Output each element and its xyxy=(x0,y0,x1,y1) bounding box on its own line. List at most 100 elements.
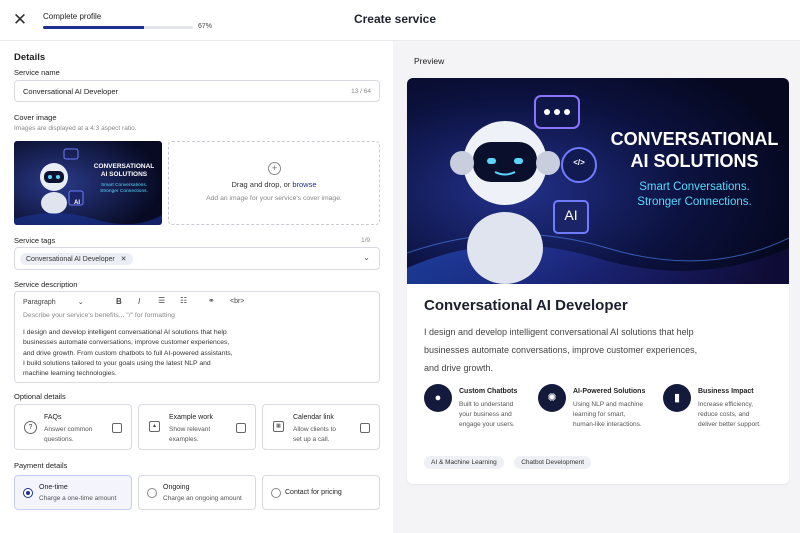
dropzone-subtext: Add an image for your service's cover im… xyxy=(206,195,342,202)
payment-details-label: Payment details xyxy=(14,461,68,470)
feature-desc: Increase efficiency, reduce costs, and del… xyxy=(698,400,761,430)
feature-desc-line: engage your users. xyxy=(459,421,515,428)
description-line: I build solutions tailored to your goals… xyxy=(23,359,211,367)
feature-desc-line: learning for smart, xyxy=(573,411,626,418)
option-calendar-link[interactable]: ▦ Calendar link Allow clients to set up a… xyxy=(262,404,380,450)
tag-remove-icon[interactable]: ✕ xyxy=(121,256,127,263)
service-tags-select[interactable]: Conversational AI Developer ✕ ⌄ xyxy=(14,247,380,270)
option-title: FAQs xyxy=(44,414,62,421)
details-heading: Details xyxy=(14,52,46,63)
faqs-checkbox[interactable] xyxy=(112,423,122,433)
thumb-ai-label: AI xyxy=(74,200,80,206)
thumb-title-line1: CONVERSATIONAL xyxy=(93,163,155,170)
contact-label: Contact for pricing xyxy=(285,489,342,496)
payment-contact[interactable]: Contact for pricing xyxy=(262,475,380,510)
option-desc: Show relevant examples. xyxy=(169,425,210,445)
preview-card: </> AI CONVERSATIONAL AI SOLUTIONS Smart… xyxy=(407,78,789,484)
one-time-sub: Charge a one-time amount xyxy=(39,495,117,502)
description-text[interactable]: I design and develop intelligent convers… xyxy=(23,328,233,379)
line-break-button[interactable]: <br> xyxy=(230,298,244,305)
preview-tag: AI & Machine Learning xyxy=(424,456,504,469)
cover-dropzone[interactable]: + Drag and drop, or browse Add an image … xyxy=(168,141,380,225)
chat-bubble-icon: ● xyxy=(424,384,452,412)
feature-desc-line: deliver better support. xyxy=(698,421,761,428)
description-line: machine learning technologies. xyxy=(23,370,117,378)
image-icon: ▴ xyxy=(149,421,160,432)
preview-description: I design and develop intelligent convers… xyxy=(424,323,697,377)
italic-icon[interactable]: I xyxy=(138,297,140,306)
bullet-list-icon[interactable]: ☰ xyxy=(158,296,165,305)
browse-link[interactable]: browse xyxy=(292,180,316,189)
progress-bar xyxy=(43,26,193,29)
chevron-down-icon[interactable]: ⌄ xyxy=(363,253,370,262)
banner-title-line2: AI SOLUTIONS xyxy=(630,151,759,171)
cover-image-label: Cover image xyxy=(14,113,57,122)
one-time-radio[interactable] xyxy=(23,488,33,498)
feature-desc-line: Using NLP and machine xyxy=(573,401,643,408)
ongoing-label: Ongoing xyxy=(163,484,190,491)
banner-title-line1: CONVERSATIONAL xyxy=(610,129,779,149)
cover-image-hint: Images are displayed at a 4:3 aspect rat… xyxy=(14,125,137,132)
calendar-link-checkbox[interactable] xyxy=(360,423,370,433)
option-title: Calendar link xyxy=(293,414,334,421)
calendar-icon: ▦ xyxy=(273,421,284,432)
service-description-label: Service description xyxy=(14,280,78,289)
feature-desc: Built to understand your business and enga… xyxy=(459,400,515,430)
option-example-work[interactable]: ▴ Example work Show relevant examples. xyxy=(138,404,256,450)
preview-desc-line: businesses automate conversations, impro… xyxy=(424,345,698,355)
tag-chip: Conversational AI Developer ✕ xyxy=(20,253,133,265)
paragraph-select[interactable]: Paragraph ⌄ xyxy=(23,298,84,306)
optional-details-label: Optional details xyxy=(14,392,66,401)
page-title: Create service xyxy=(353,12,437,26)
code-icon: </> xyxy=(573,158,585,167)
cover-image-thumbnail[interactable]: AI CONVERSATIONAL AI SOLUTIONS Smart Con… xyxy=(14,141,162,225)
description-line: businesses automate conversations, impro… xyxy=(23,339,230,347)
preview-desc-line: and drive growth. xyxy=(424,363,494,373)
option-desc: Allow clients to set up a call. xyxy=(293,425,336,445)
thumb-sub-line2: Stronger Connections. xyxy=(100,189,148,194)
feature-desc-line: Built to understand xyxy=(459,401,514,408)
option-desc-line: Answer common xyxy=(44,426,93,433)
brain-icon: ✺ xyxy=(538,384,566,412)
feature-desc-line: reduce costs, and xyxy=(698,411,750,418)
bar-chart-icon: ▮ xyxy=(663,384,691,412)
feature-title: Business Impact xyxy=(698,388,754,395)
progress-fill xyxy=(43,26,144,29)
preview-title: Conversational AI Developer xyxy=(424,297,628,314)
banner-subtitle-line2: Stronger Connections. xyxy=(637,196,752,208)
feature-desc-line: human-like interactions. xyxy=(573,421,642,428)
preview-heading: Preview xyxy=(414,56,445,66)
dropzone-text: Drag and drop, or xyxy=(231,180,291,189)
preview-desc-line: I design and develop intelligent convers… xyxy=(424,327,694,337)
description-editor[interactable]: Paragraph ⌄ B I ☰ ☷ ⚭ <br> Describe your … xyxy=(14,291,380,383)
payment-one-time[interactable]: One-time Charge a one-time amount xyxy=(14,475,132,510)
service-name-label: Service name xyxy=(14,68,60,77)
ongoing-radio[interactable] xyxy=(147,488,157,498)
thumb-title-line2: AI SOLUTIONS xyxy=(100,171,148,178)
option-faqs[interactable]: ? FAQs Answer common questions. xyxy=(14,404,132,450)
description-line: and drive growth. From custom chatbots t… xyxy=(23,349,233,357)
banner-subtitle-line1: Smart Conversations. xyxy=(639,181,750,193)
feature-title: Custom Chatbots xyxy=(459,388,518,395)
ai-badge-icon: AI xyxy=(564,207,578,223)
numbered-list-icon[interactable]: ☷ xyxy=(180,296,187,305)
feature-desc-line: your business and xyxy=(459,411,512,418)
link-icon[interactable]: ⚭ xyxy=(208,296,215,305)
question-icon: ? xyxy=(24,421,37,434)
service-name-counter: 13 / 64 xyxy=(351,88,371,95)
paragraph-chevron-icon: ⌄ xyxy=(77,299,84,306)
contact-radio[interactable] xyxy=(271,488,281,498)
service-name-input[interactable]: Conversational AI Developer 13 / 64 xyxy=(14,80,380,102)
option-desc: Answer common questions. xyxy=(44,425,92,445)
payment-ongoing[interactable]: Ongoing Charge an ongoing amount xyxy=(138,475,256,510)
option-desc-line: examples. xyxy=(169,436,199,443)
feature-desc-line: Increase efficiency, xyxy=(698,401,754,408)
service-tags-label: Service tags xyxy=(14,236,56,245)
ongoing-sub: Charge an ongoing amount xyxy=(163,495,242,502)
option-desc-line: Show relevant xyxy=(169,426,211,433)
preview-tag: Chatbot Development xyxy=(514,456,592,469)
bold-icon[interactable]: B xyxy=(116,297,122,306)
upload-icon: + xyxy=(268,162,281,175)
one-time-label: One-time xyxy=(39,484,68,491)
example-work-checkbox[interactable] xyxy=(236,423,246,433)
